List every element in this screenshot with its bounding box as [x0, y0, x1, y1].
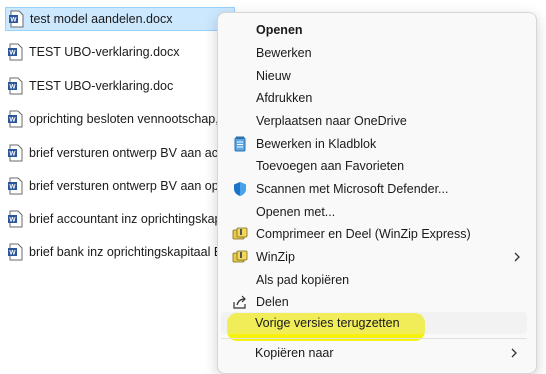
file-name: test model aandelen.docx: [30, 12, 173, 26]
menu-item-label: Toevoegen aan Favorieten: [256, 159, 405, 173]
menu-item-openen-met[interactable]: Openen met...: [222, 201, 530, 223]
menu-item-label: Vorige versies terugzetten: [255, 316, 400, 330]
word-doc-icon: W: [8, 43, 23, 61]
defender-shield-icon: [234, 182, 246, 196]
file-name: brief bank inz oprichtingskapitaal B: [29, 245, 223, 259]
winzip-icon: [232, 227, 248, 240]
menu-item-openen[interactable]: Openen: [222, 19, 530, 41]
menu-item-label: Delen: [256, 295, 289, 309]
svg-text:W: W: [9, 50, 16, 57]
word-doc-icon: W: [8, 110, 23, 128]
menu-item-label: WinZip: [256, 250, 295, 264]
svg-text:W: W: [9, 151, 16, 158]
menu-item-kladblok[interactable]: Bewerken in Kladblok: [222, 133, 530, 155]
svg-text:W: W: [9, 84, 16, 91]
svg-text:W: W: [9, 184, 16, 191]
word-doc-icon: W: [8, 210, 23, 228]
file-item[interactable]: W test model aandelen.docx: [5, 7, 235, 31]
menu-item-label: Bewerken: [256, 46, 312, 60]
chevron-right-icon: [511, 348, 517, 358]
menu-item-label: Openen: [256, 23, 303, 37]
menu-item-label: Afdrukken: [256, 91, 313, 105]
menu-item-pad-kopieren[interactable]: Als pad kopiëren: [222, 269, 530, 291]
menu-item-nieuw[interactable]: Nieuw: [222, 65, 530, 87]
menu-item-favorieten[interactable]: Toevoegen aan Favorieten: [222, 155, 530, 177]
word-doc-icon: W: [8, 243, 23, 261]
chevron-right-icon: [514, 252, 520, 262]
menu-item-defender[interactable]: Scannen met Microsoft Defender...: [222, 178, 530, 200]
file-name: TEST UBO-verklaring.docx: [29, 45, 180, 59]
menu-item-label: Kopiëren naar: [255, 346, 334, 360]
notepad-icon: [234, 136, 246, 152]
svg-text:W: W: [9, 250, 16, 257]
menu-item-label: Scannen met Microsoft Defender...: [256, 182, 449, 196]
svg-text:W: W: [9, 117, 16, 124]
svg-text:W: W: [10, 17, 17, 24]
share-icon: [233, 295, 246, 309]
word-doc-icon: W: [8, 77, 23, 95]
menu-item-label: Als pad kopiëren: [256, 273, 350, 287]
svg-text:W: W: [9, 217, 16, 224]
file-name: TEST UBO-verklaring.doc: [29, 79, 174, 93]
menu-separator: [221, 338, 527, 339]
menu-item-vorige-versies[interactable]: Vorige versies terugzetten: [221, 312, 527, 334]
file-name: brief versturen ontwerp BV aan acc: [29, 146, 225, 160]
word-doc-icon: W: [8, 144, 23, 162]
menu-item-label: Verplaatsen naar OneDrive: [256, 114, 407, 128]
menu-item-onedrive[interactable]: Verplaatsen naar OneDrive: [222, 110, 530, 132]
menu-item-label: Comprimeer en Deel (WinZip Express): [256, 227, 471, 241]
menu-item-winzip-express[interactable]: Comprimeer en Deel (WinZip Express): [222, 223, 530, 245]
menu-item-afdrukken[interactable]: Afdrukken: [222, 87, 530, 109]
file-name: brief accountant inz oprichtingskap: [29, 212, 222, 226]
menu-item-delen[interactable]: Delen: [222, 291, 530, 313]
file-name: brief versturen ontwerp BV aan opri: [29, 179, 226, 193]
winzip-icon: [232, 250, 248, 263]
menu-item-winzip[interactable]: WinZip: [222, 246, 530, 268]
menu-item-label: Openen met...: [256, 205, 336, 219]
word-doc-icon: W: [8, 177, 23, 195]
menu-item-label: Nieuw: [256, 69, 291, 83]
menu-item-label: Bewerken in Kladblok: [256, 137, 377, 151]
file-name: oprichting besloten vennootschap,: [29, 112, 219, 126]
menu-item-bewerken[interactable]: Bewerken: [222, 42, 530, 64]
word-doc-icon: W: [9, 10, 24, 28]
